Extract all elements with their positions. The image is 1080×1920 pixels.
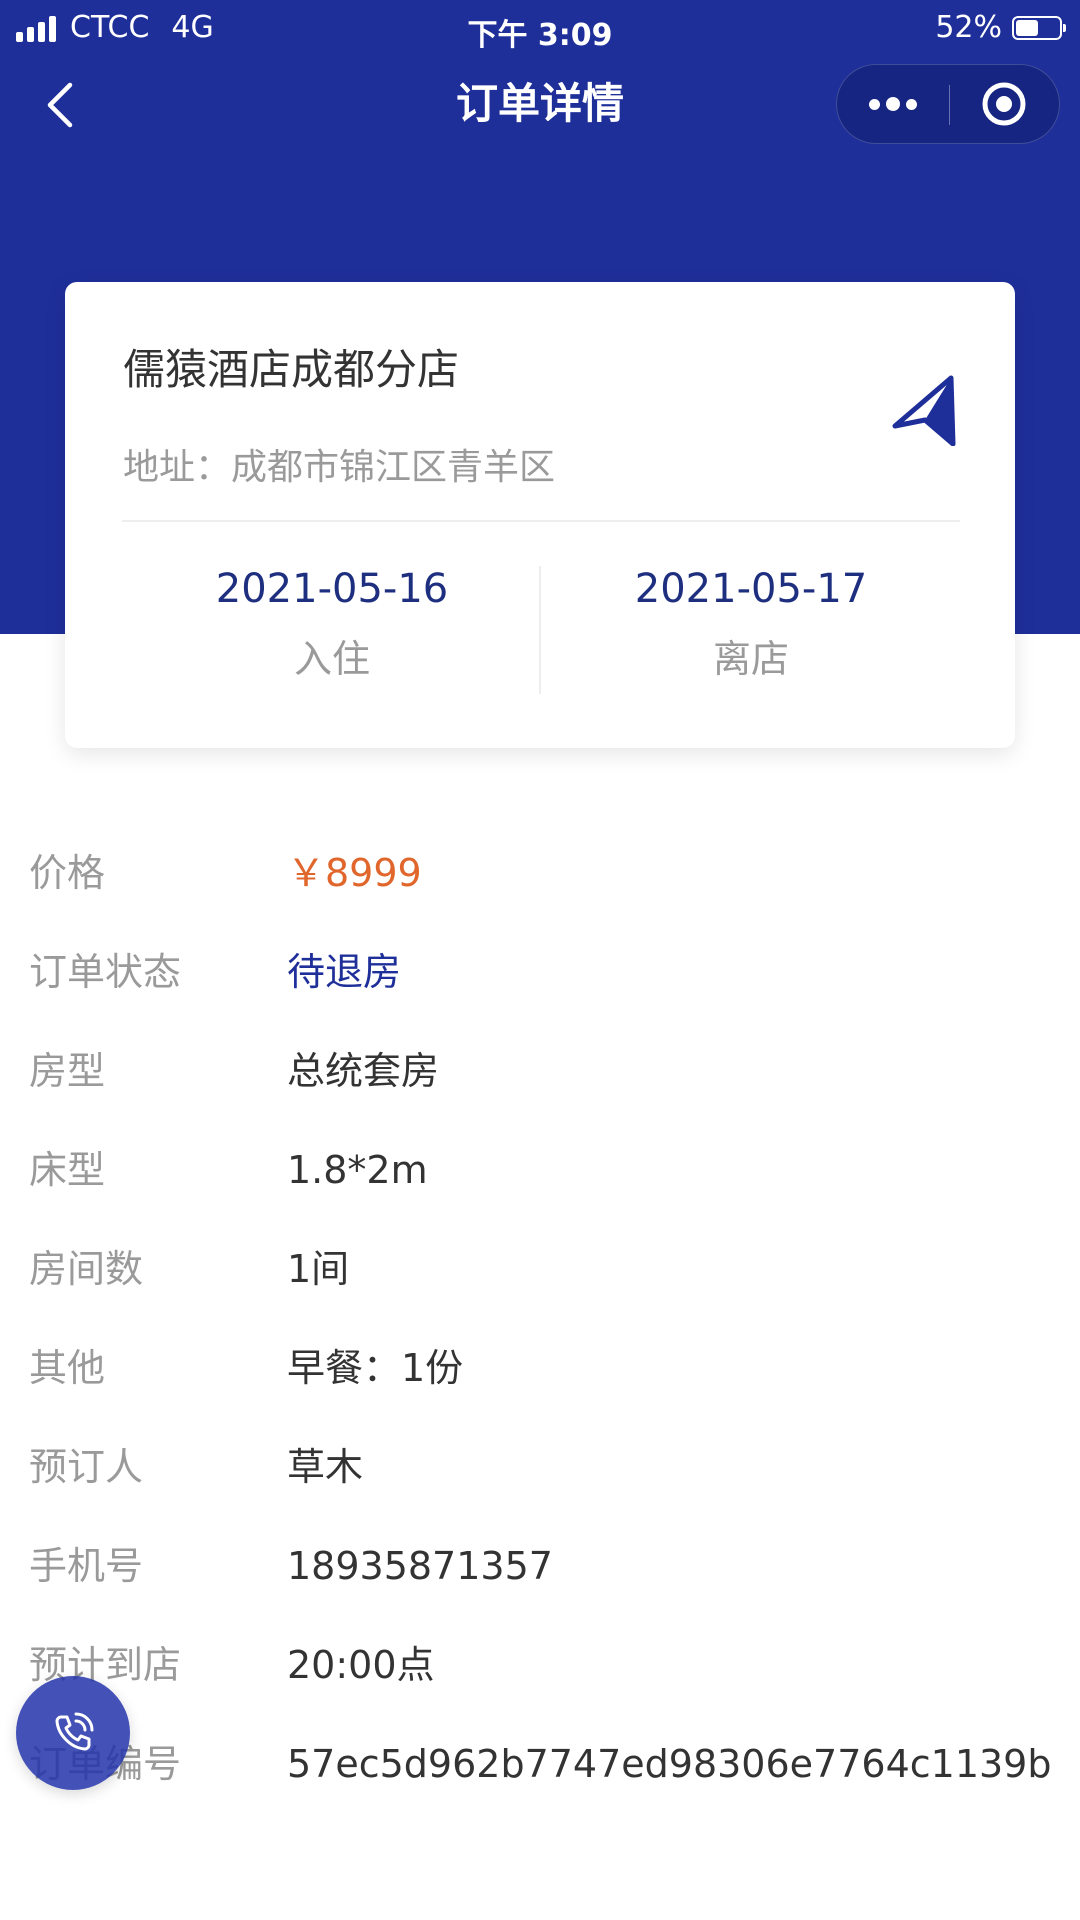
detail-row-order-id: 订单编号 57ec5d962b7747ed98306e7764c1139b [0, 1717, 1080, 1816]
battery-percent: 52% [935, 10, 1002, 45]
detail-row-room-type: 房型 总统套房 [0, 1024, 1080, 1123]
call-button[interactable] [16, 1676, 130, 1790]
more-button[interactable] [837, 65, 949, 143]
target-circle-icon [982, 82, 1026, 126]
mini-program-capsule [836, 64, 1060, 144]
hotel-name: 儒猿酒店成都分店 [123, 345, 460, 394]
other-value: 早餐：1份 [287, 1346, 464, 1390]
bed-type-label: 床型 [29, 1148, 106, 1192]
more-dots-icon [869, 98, 880, 110]
detail-row-booker: 预订人 草木 [0, 1420, 1080, 1519]
room-type-value: 总统套房 [287, 1049, 440, 1093]
navigation-button[interactable] [887, 374, 959, 447]
booker-value: 草木 [287, 1445, 364, 1489]
detail-row-phone: 手机号 18935871357 [0, 1519, 1080, 1618]
detail-row-room-count: 房间数 1间 [0, 1222, 1080, 1321]
booker-label: 预订人 [29, 1445, 144, 1489]
price-label: 价格 [29, 851, 106, 895]
status-bar: CTCC 4G 下午 3:09 52% [0, 0, 1080, 56]
order-id-value: 57ec5d962b7747ed98306e7764c1139b [287, 1742, 1052, 1786]
detail-row-price: 价格 ￥8999 [0, 826, 1080, 925]
phone-value: 18935871357 [287, 1544, 553, 1588]
order-status-label: 订单状态 [29, 950, 182, 994]
detail-row-bed-type: 床型 1.8*2m [0, 1123, 1080, 1222]
detail-row-status: 订单状态 待退房 [0, 925, 1080, 1024]
check-in-date: 2021-05-16 [215, 566, 449, 612]
order-status-value: 待退房 [287, 950, 402, 994]
date-separator [539, 566, 541, 694]
check-out-date: 2021-05-17 [634, 566, 868, 612]
battery-icon [1012, 15, 1066, 40]
hotel-address: 地址：成都市锦江区青羊区 [123, 447, 556, 488]
check-out-label: 离店 [712, 637, 789, 681]
order-details: 价格 ￥8999 订单状态 待退房 房型 总统套房 床型 1.8*2m 房间数 … [0, 826, 1080, 1816]
battery-fill [1016, 19, 1038, 36]
bed-type-value: 1.8*2m [287, 1148, 428, 1192]
card-divider [122, 520, 960, 522]
room-type-label: 房型 [29, 1049, 106, 1093]
room-count-value: 1间 [287, 1247, 350, 1291]
room-count-label: 房间数 [29, 1247, 144, 1291]
price-value: ￥8999 [287, 851, 422, 895]
close-mini-program-button[interactable] [949, 65, 1059, 143]
phone-call-icon [55, 1712, 94, 1751]
navigation-arrow-icon [892, 375, 956, 447]
other-label: 其他 [29, 1346, 106, 1390]
hotel-card: 儒猿酒店成都分店 地址：成都市锦江区青羊区 2021-05-16 入住 2021… [65, 282, 1015, 748]
detail-row-arrival: 预计到店 20:00点 [0, 1618, 1080, 1717]
detail-row-other: 其他 早餐：1份 [0, 1321, 1080, 1420]
check-out-block: 2021-05-17 离店 [542, 564, 960, 684]
status-right: 52% [935, 10, 1066, 45]
check-in-block: 2021-05-16 入住 [123, 564, 541, 684]
phone-label: 手机号 [29, 1544, 144, 1588]
arrival-time-value: 20:00点 [287, 1643, 435, 1687]
status-time: 下午 3:09 [467, 18, 613, 53]
check-in-label: 入住 [293, 637, 370, 681]
